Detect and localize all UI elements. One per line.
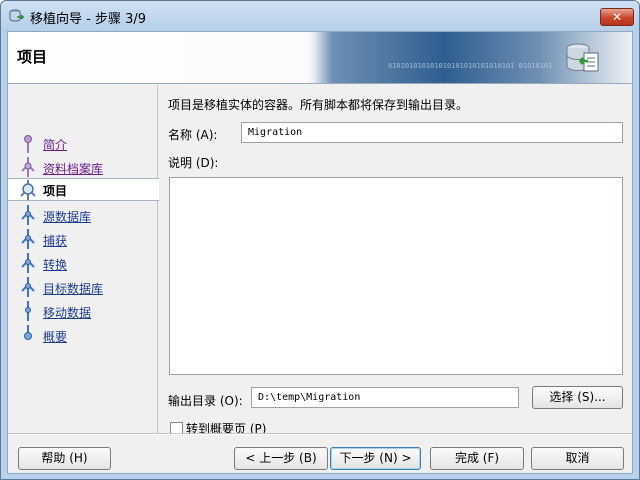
notes-textarea[interactable] [169,177,623,375]
help-button[interactable]: 帮助 (H) [18,447,111,470]
nav-step-project[interactable]: 项目 [8,178,159,201]
step-line-icon [25,301,31,321]
output-dir-input[interactable]: D:\temp\Migration [251,387,519,408]
close-icon[interactable]: ✕ [612,10,622,24]
finish-button[interactable]: 完成 (F) [430,447,524,470]
nav-step-label[interactable]: 简介 [43,136,67,153]
nav-step-label[interactable]: 移动数据 [43,304,91,321]
nav-step-label[interactable]: 项目 [43,182,67,199]
nav-step-convert[interactable]: 转换 [8,252,158,275]
nav-step-source-db[interactable]: 源数据库 [8,204,158,227]
nav-step-label[interactable]: 概要 [43,328,67,345]
title-bar[interactable]: 移植向导 - 步骤 3/9 ✕ [1,1,639,31]
name-input[interactable]: Migration [241,122,623,143]
nav-step-label[interactable]: 捕获 [43,232,67,249]
nav-step-repository[interactable]: 资料档案库 [8,156,158,179]
step-node-icon [21,205,35,225]
step-node-icon [21,229,35,249]
choose-button[interactable]: 选择 (S)... [532,386,623,409]
step-node-icon [21,157,35,177]
step-node-icon [21,253,35,273]
nav-step-label[interactable]: 目标数据库 [43,280,103,297]
client-area: 项目 010101010101010101010101010101 010101… [7,31,633,474]
nav-step-target-db[interactable]: 目标数据库 [8,276,158,299]
nav-step-summary[interactable]: 概要 [8,324,158,347]
nav-step-label[interactable]: 资料档案库 [43,160,103,177]
page-title: 项目 [17,48,48,66]
header-banner: 项目 010101010101010101010101010101 010101… [8,32,632,84]
next-button[interactable]: 下一步 (N) > [330,447,421,470]
footer-divider-highlight [8,434,632,435]
back-button[interactable]: < 上一步 (B) [234,447,328,470]
step-end-icon [24,325,32,340]
nav-step-label[interactable]: 转换 [43,256,67,273]
step-description: 项目是移植实体的容器。所有脚本都将保存到输出目录。 [168,98,469,112]
nav-step-capture[interactable]: 捕获 [8,228,158,251]
step-node-icon [21,277,35,297]
step-current-icon [20,180,36,200]
database-migration-icon [566,43,599,72]
banner-binary-decoration: 010101010101010101010101010101 01010101 [388,62,553,70]
nav-step-move-data[interactable]: 移动数据 [8,300,158,323]
output-dir-label: 输出目录 (O): [168,394,243,408]
nav-step-intro[interactable]: 简介 [8,132,158,155]
wizard-steps-nav: 简介 资料档案库 项目 源数据库 捕获 转换 目标数据库 移动数据 概要 [8,85,159,433]
step-pin-icon [24,135,32,153]
name-label: 名称 (A): [168,128,218,142]
close-button[interactable]: ✕ [600,8,634,26]
database-app-icon [9,9,24,22]
nav-step-label[interactable]: 源数据库 [43,208,91,225]
cancel-button[interactable]: 取消 [531,447,624,470]
wizard-window: 移植向导 - 步骤 3/9 ✕ 项目 010101010101010101010… [0,0,640,480]
notes-label: 说明 (D): [168,156,219,170]
window-title: 移植向导 - 步骤 3/9 [30,12,147,27]
